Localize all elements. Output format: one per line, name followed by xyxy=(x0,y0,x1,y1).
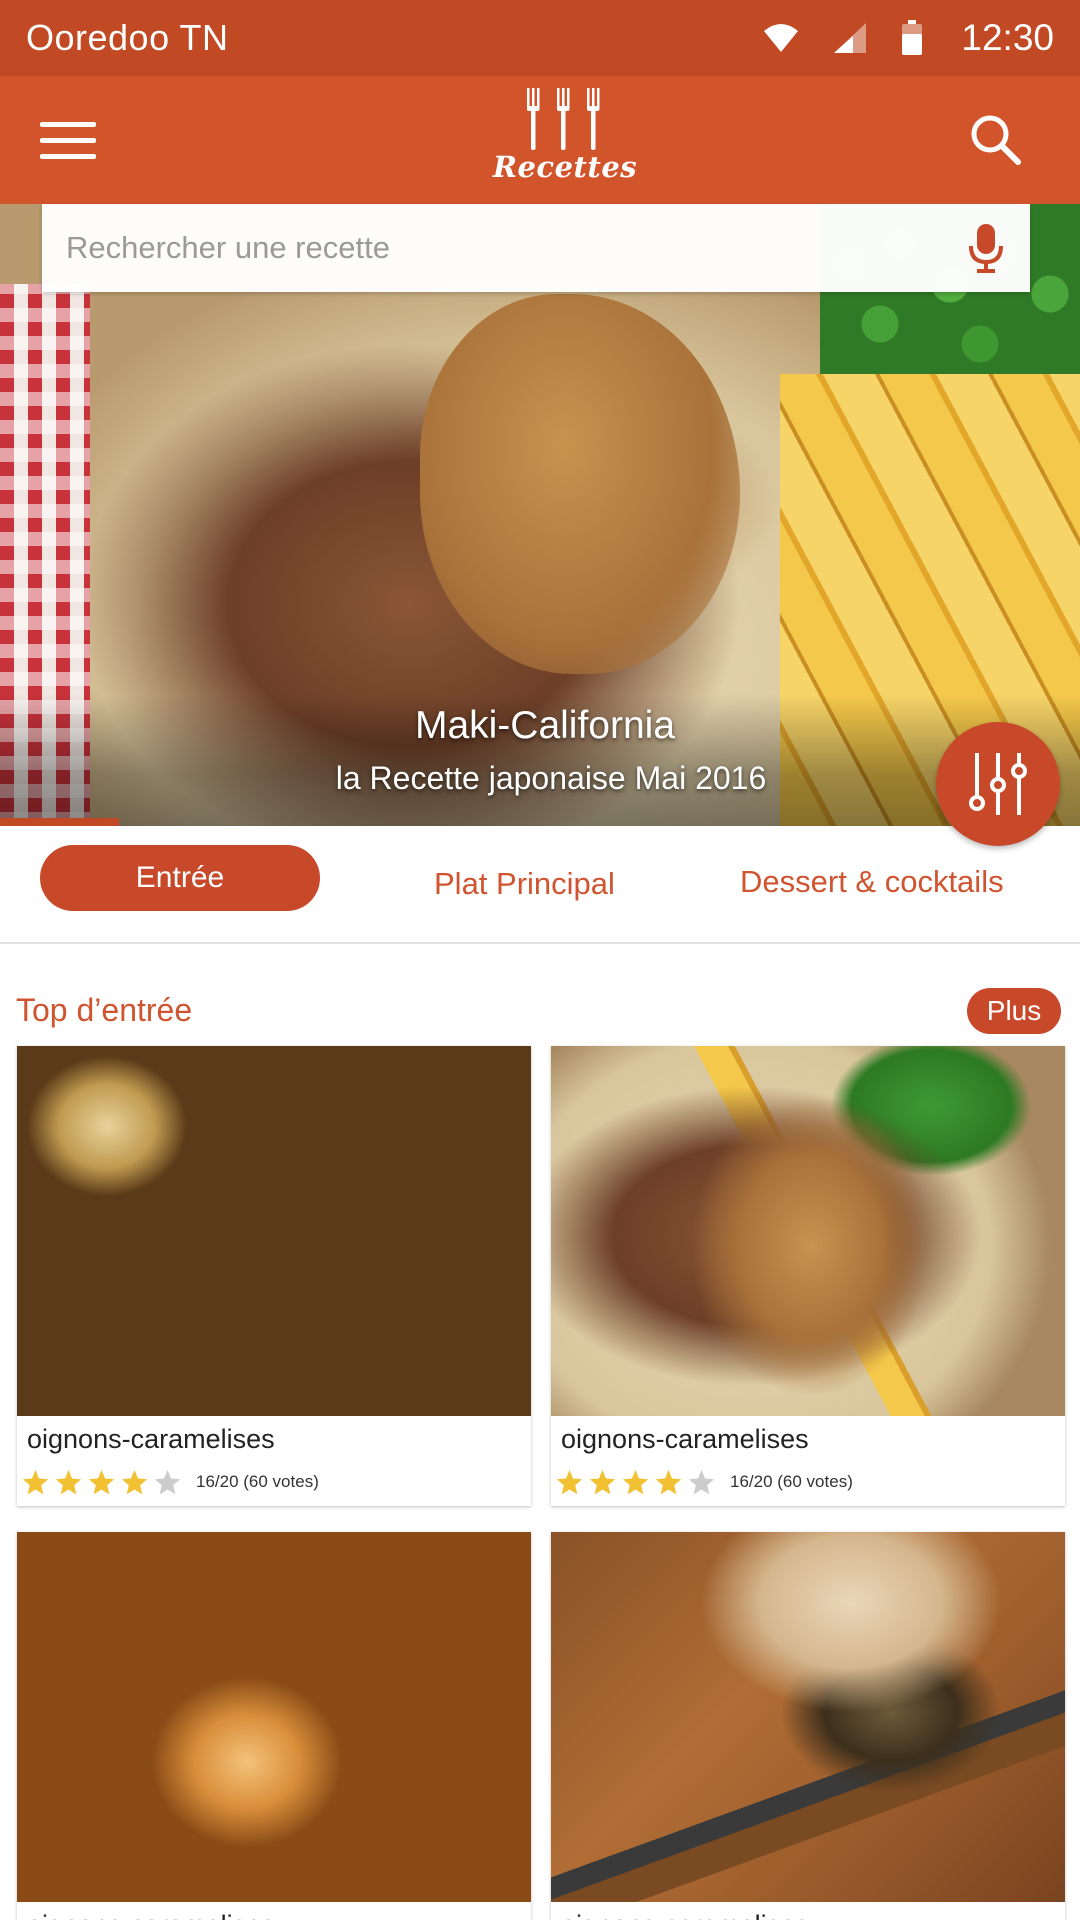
status-bar: Ooredoo TN 12:30 xyxy=(0,0,1080,76)
carrier-name: Ooredoo TN xyxy=(26,17,229,58)
battery-icon xyxy=(902,20,923,55)
search-icon[interactable] xyxy=(968,112,1024,168)
sliders-icon xyxy=(969,753,1027,815)
search-input[interactable] xyxy=(66,230,966,266)
hero-title: Maki-California xyxy=(414,704,676,747)
recipe-card[interactable]: oignons-caramelises 16/20 (60 votes) xyxy=(551,1046,1065,1506)
recipe-card[interactable]: oignons-caramelises 16/20 (60 votes) xyxy=(17,1046,531,1506)
star-rating xyxy=(21,1468,182,1496)
star-filled-icon xyxy=(655,1469,682,1495)
star-rating xyxy=(555,1468,716,1496)
recipe-image xyxy=(17,1046,531,1416)
recipe-name: oignons-caramelises xyxy=(561,1910,809,1920)
recipe-image xyxy=(551,1532,1065,1902)
slideshow-progress-fill xyxy=(0,818,119,826)
recipe-votes: 16/20 (60 votes) xyxy=(730,1472,853,1491)
star-filled-icon xyxy=(88,1469,115,1495)
star-filled-icon xyxy=(121,1469,148,1495)
forks-logo-icon xyxy=(527,88,600,150)
recipe-name: oignons-caramelises xyxy=(561,1424,809,1454)
more-button[interactable]: Plus xyxy=(967,988,1061,1034)
star-filled-icon xyxy=(556,1469,583,1495)
clock: 12:30 xyxy=(961,17,1054,58)
tab-entree[interactable]: Entrée xyxy=(40,845,320,911)
star-empty-icon xyxy=(154,1469,181,1495)
section-title: Top d’entrée xyxy=(16,992,193,1028)
star-filled-icon xyxy=(55,1469,82,1495)
recipe-name: oignons-caramelises xyxy=(27,1424,275,1454)
hero-image-sauce xyxy=(420,294,740,674)
search-bar xyxy=(42,204,1030,292)
slideshow-progress xyxy=(0,818,1080,826)
app-logo: Recettes xyxy=(480,86,650,200)
star-filled-icon xyxy=(622,1469,649,1495)
logo-text: Recettes xyxy=(492,150,638,184)
tab-dessert-cocktails[interactable]: Dessert & cocktails xyxy=(740,864,1004,900)
tab-plat-principal[interactable]: Plat Principal xyxy=(434,866,615,902)
star-empty-icon xyxy=(688,1469,715,1495)
signal-icon xyxy=(834,23,867,53)
recipe-rating: 16/20 (60 votes) xyxy=(555,1468,853,1496)
wifi-icon xyxy=(764,24,799,52)
hero-subtitle: la Recette japonaise Mai 2016 xyxy=(335,760,767,796)
recipe-card[interactable]: oignons-caramelises xyxy=(551,1532,1065,1920)
recipe-image xyxy=(17,1532,531,1902)
recipe-card[interactable]: oignons-caramelises xyxy=(17,1532,531,1920)
status-icons: 12:30 xyxy=(763,17,1054,59)
recipe-name: oignons-caramelises xyxy=(27,1910,275,1920)
category-tabs: Entrée Plat Principal Dessert & cocktail… xyxy=(0,826,1080,944)
hero-banner[interactable]: Maki-California la Recette japonaise Mai… xyxy=(0,204,1080,826)
recipe-image xyxy=(551,1046,1065,1416)
star-filled-icon xyxy=(22,1469,49,1495)
star-filled-icon xyxy=(589,1469,616,1495)
microphone-icon[interactable] xyxy=(966,222,1006,274)
recipe-rating: 16/20 (60 votes) xyxy=(21,1468,319,1496)
app-bar: Recettes xyxy=(0,76,1080,204)
recipe-votes: 16/20 (60 votes) xyxy=(196,1472,319,1491)
hamburger-menu-icon[interactable] xyxy=(40,110,110,170)
